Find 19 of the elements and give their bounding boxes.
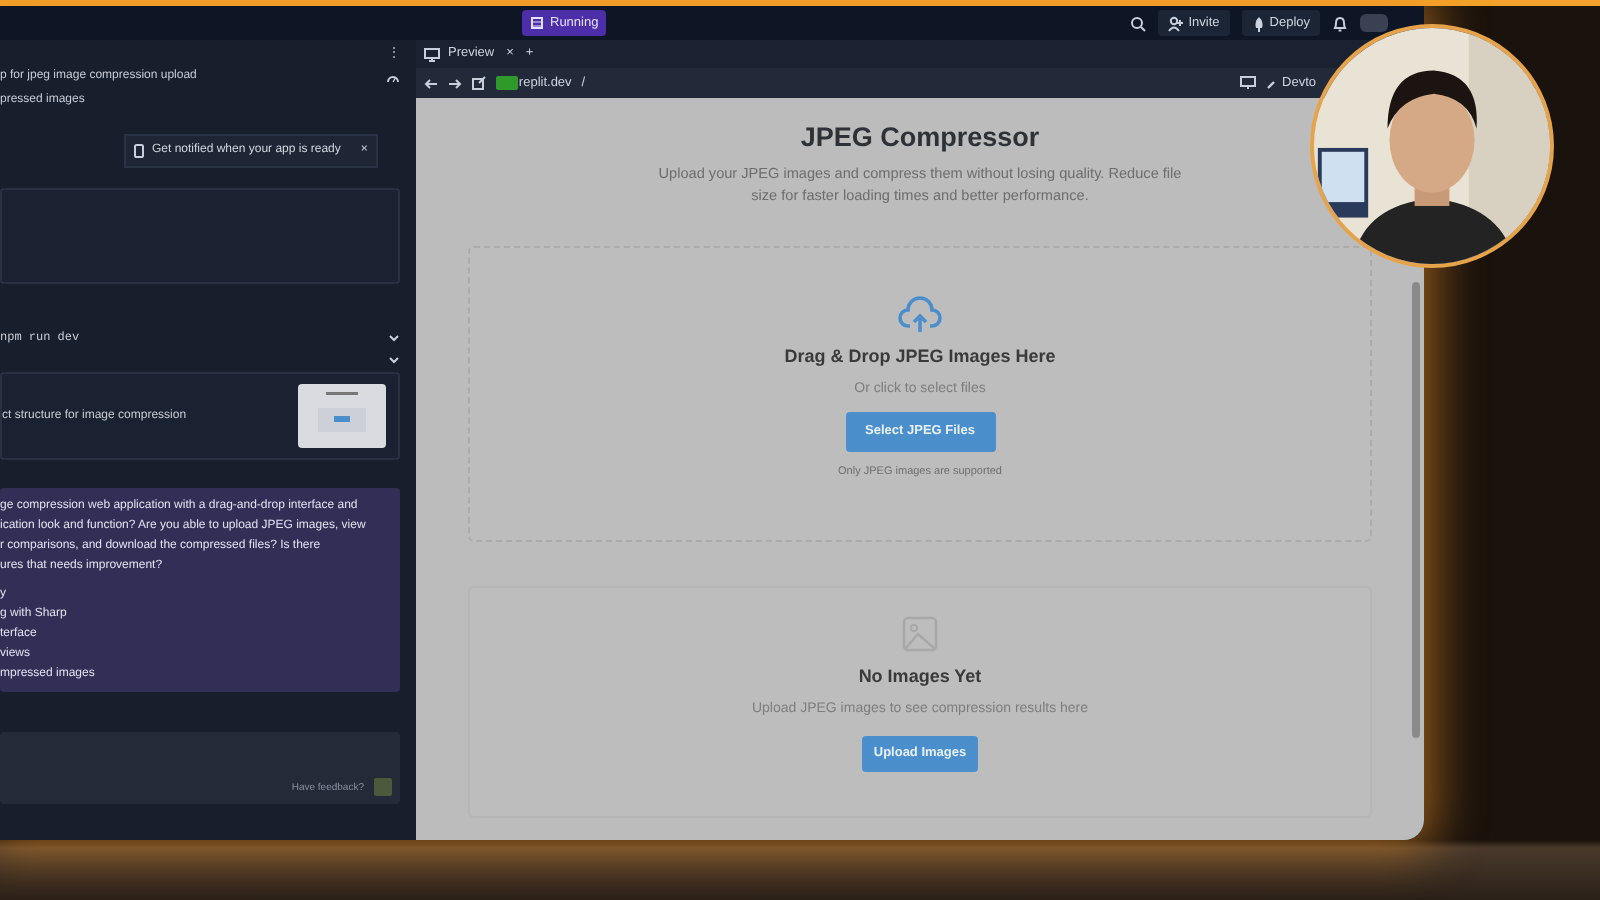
back-icon[interactable] [424, 77, 438, 89]
monitor-icon [424, 47, 440, 61]
person-add-icon [1168, 15, 1185, 31]
search-icon[interactable] [1130, 15, 1147, 31]
grid-icon [530, 16, 544, 30]
dropzone-heading: Drag & Drop JPEG Images Here [784, 344, 1056, 371]
gauge-icon [386, 71, 400, 83]
results-heading: No Images Yet [858, 664, 982, 691]
monitor-icon[interactable] [1240, 76, 1257, 90]
chevron-icon[interactable] [388, 356, 400, 364]
cloud-upload-icon [898, 296, 942, 337]
scrollbar[interactable] [1412, 282, 1420, 738]
forward-icon[interactable] [448, 77, 462, 89]
phone-icon [134, 144, 144, 158]
external-icon[interactable] [472, 76, 486, 90]
chevron-icon[interactable] [388, 333, 400, 341]
bell-icon[interactable] [1332, 15, 1348, 31]
app-title: JPEG Compressor [800, 122, 1040, 155]
thumbnail-drawing [298, 384, 386, 448]
